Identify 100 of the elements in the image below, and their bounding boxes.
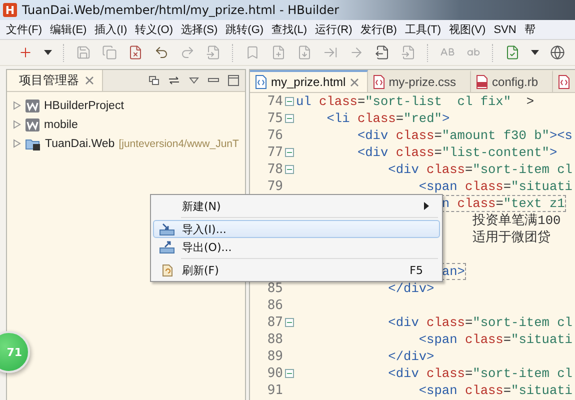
save-icon[interactable] [76, 45, 91, 60]
menu-item[interactable]: 跳转(G) [222, 22, 268, 37]
import-icon [159, 222, 175, 236]
file-tab[interactable]: my-prize.css [368, 70, 472, 92]
line-number: 91 [266, 383, 283, 398]
menu-item[interactable]: 转义(O) [131, 22, 177, 37]
caret-icon[interactable] [531, 50, 539, 55]
caret-icon[interactable] [44, 50, 52, 55]
app-logo-icon: H [3, 3, 17, 17]
bookmark-icon[interactable] [245, 45, 260, 60]
code-line: <div class="sort-item cl [387, 365, 574, 382]
code-file-icon [372, 75, 385, 89]
file-input-icon[interactable] [401, 45, 416, 60]
code-line: <span class="situati [418, 178, 574, 195]
expand-arrow-icon[interactable] [13, 101, 21, 110]
code-line: </div> [387, 280, 436, 297]
close-icon[interactable] [85, 76, 94, 85]
file-down-icon[interactable] [297, 45, 312, 60]
file-tab[interactable] [553, 70, 575, 92]
export-icon [159, 240, 175, 254]
menu-item[interactable]: 选择(S) [177, 22, 222, 37]
menu-item[interactable]: 查找(L) [268, 22, 312, 37]
undo-icon[interactable] [154, 45, 169, 60]
code-line: <div class="sort-item cl [387, 161, 574, 178]
redo-icon[interactable] [180, 45, 195, 60]
web-project-icon [25, 98, 40, 112]
globe-icon[interactable] [550, 45, 565, 60]
code-line: ul class="sort-list cl fix" > [295, 93, 536, 110]
menu-item[interactable]: 发行(B) [356, 22, 401, 37]
refresh-icon [160, 263, 174, 277]
line-number: 79 [266, 179, 283, 194]
expand-arrow-icon[interactable] [13, 139, 21, 148]
window-title: TuanDai.Web/member/html/my_prize.html - HBuilder [22, 3, 340, 17]
file-x-icon[interactable] [128, 45, 143, 60]
web-project-icon [25, 118, 40, 132]
code-line: <li class="red"> [326, 110, 451, 127]
code-line: <span class="situati [418, 331, 574, 348]
fold-icon[interactable] [284, 148, 294, 157]
line-number: 89 [266, 349, 283, 364]
menu-item[interactable]: 工具(T) [400, 22, 446, 37]
expand-arrow-icon[interactable] [13, 120, 21, 129]
submenu-arrow-icon [424, 202, 429, 210]
fold-icon[interactable] [284, 97, 294, 106]
project-name[interactable]: HBuilderProject [44, 100, 124, 112]
line-number: 76 [266, 128, 283, 143]
linked-folder-icon [25, 136, 41, 150]
fold-icon[interactable] [284, 114, 294, 123]
file-icon[interactable] [206, 45, 221, 60]
link-arrows-icon[interactable] [168, 76, 180, 85]
panel-tab[interactable]: 项目管理器 [7, 70, 103, 91]
menu-item[interactable]: 刷新(F) F5 [153, 261, 440, 279]
code-line: 适用于微团贷 [472, 229, 552, 247]
menu-item[interactable]: 文件(F) [2, 22, 46, 37]
menu-item[interactable]: 导出(O)... [153, 238, 440, 256]
menu-item[interactable]: SVN [490, 24, 520, 36]
menu-item[interactable]: 导入(I)... [153, 220, 440, 238]
line-number: 88 [266, 332, 283, 347]
fold-icon[interactable] [284, 165, 294, 174]
repository-path: [junteversion4/www_JunT [118, 138, 239, 150]
code-line: <div class="list-content"> [356, 144, 558, 161]
file-plus-icon[interactable] [271, 45, 286, 60]
line-number: 90 [266, 366, 283, 381]
menu-item[interactable]: 帮 [520, 22, 540, 37]
menu-item[interactable]: 新建(N) [153, 197, 440, 215]
line-number: 86 [266, 298, 283, 313]
line-number: 78 [266, 162, 283, 177]
code-file-icon [255, 75, 267, 89]
menu-item[interactable]: 编辑(E) [46, 22, 91, 37]
panel-title: 项目管理器 [19, 72, 79, 89]
copy-icon[interactable] [102, 45, 117, 60]
collapse-icon[interactable] [149, 76, 159, 85]
close-icon[interactable] [350, 78, 359, 86]
project-name[interactable]: TuanDai.Web [45, 138, 115, 150]
code-line: <div class="amount f30 b"><s [356, 127, 574, 144]
line-number: 74 [266, 94, 283, 109]
line-number: 75 [266, 111, 283, 126]
plus-icon[interactable] [18, 45, 33, 60]
menu-item[interactable]: 插入(I) [90, 22, 132, 37]
line-number: 77 [266, 145, 283, 160]
file-check-icon[interactable] [505, 45, 520, 60]
code-line: </div> [387, 348, 436, 365]
code-line: 投资单笔满100 [472, 212, 562, 230]
arrow-right-icon[interactable] [349, 45, 364, 60]
code-line: <div class="sort-item cl [387, 314, 574, 331]
file-output-icon[interactable] [375, 45, 390, 60]
fold-icon[interactable] [284, 318, 294, 327]
file-tab[interactable]: my_prize.html [250, 70, 368, 92]
project-name[interactable]: mobile [44, 118, 78, 130]
file-tab[interactable]: config.rb [471, 70, 554, 92]
view-menu-icon[interactable] [189, 77, 199, 84]
minimize-icon[interactable] [208, 78, 219, 83]
code-file-icon [558, 75, 570, 89]
fold-icon[interactable] [284, 369, 294, 378]
arrow-to-line-icon[interactable] [323, 45, 338, 60]
maximize-icon[interactable] [228, 75, 239, 86]
ruby-file-icon [476, 75, 488, 89]
code-line: <span class="situati [418, 382, 574, 399]
menu-item[interactable]: 视图(V) [445, 22, 490, 37]
line-number: 85 [266, 281, 283, 296]
menu-item[interactable]: 运行(R) [311, 22, 356, 37]
